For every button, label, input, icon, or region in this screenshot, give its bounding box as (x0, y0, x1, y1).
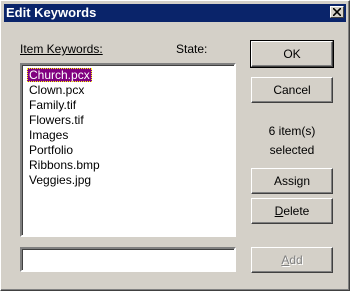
delete-button[interactable]: Delete (251, 198, 333, 224)
assign-button[interactable]: Assign (251, 168, 333, 194)
keywords-listbox[interactable]: Church.pcx Clown.pcx Family.tif Flowers.… (20, 63, 236, 237)
list-item[interactable]: Ribbons.bmp (27, 158, 102, 172)
selection-count-status: 6 item(s) selected (251, 122, 333, 160)
list-item[interactable]: Church.pcx (27, 68, 92, 82)
list-item[interactable]: Veggies.jpg (27, 173, 93, 187)
list-item[interactable]: Flowers.tif (27, 113, 86, 127)
add-label-post: dd (289, 253, 303, 267)
delete-label-post: elete (283, 204, 310, 218)
title-bar[interactable]: Edit Keywords (4, 4, 346, 22)
list-item[interactable]: Family.tif (27, 98, 78, 112)
assign-label-pre: Assi (273, 174, 297, 188)
add-button[interactable]: Add (251, 247, 333, 273)
state-label: State: (176, 42, 208, 56)
keyword-input[interactable] (20, 247, 236, 272)
status-line-2: selected (269, 143, 315, 157)
ok-button[interactable]: OK (250, 40, 334, 68)
list-item[interactable]: Clown.pcx (27, 83, 86, 97)
edit-keywords-dialog: Edit Keywords Item Keywords: State: Chur… (0, 0, 350, 291)
list-item[interactable]: Portfolio (27, 143, 75, 157)
assign-label-post: n (303, 174, 311, 188)
item-keywords-label: Item Keywords: (20, 42, 103, 56)
delete-label-mnemonic: D (274, 204, 284, 218)
close-icon (333, 8, 341, 16)
close-button[interactable] (330, 6, 344, 18)
window-title: Edit Keywords (6, 5, 97, 20)
list-item[interactable]: Images (27, 128, 70, 142)
status-line-1: 6 item(s) (268, 124, 316, 138)
cancel-button[interactable]: Cancel (251, 77, 333, 103)
